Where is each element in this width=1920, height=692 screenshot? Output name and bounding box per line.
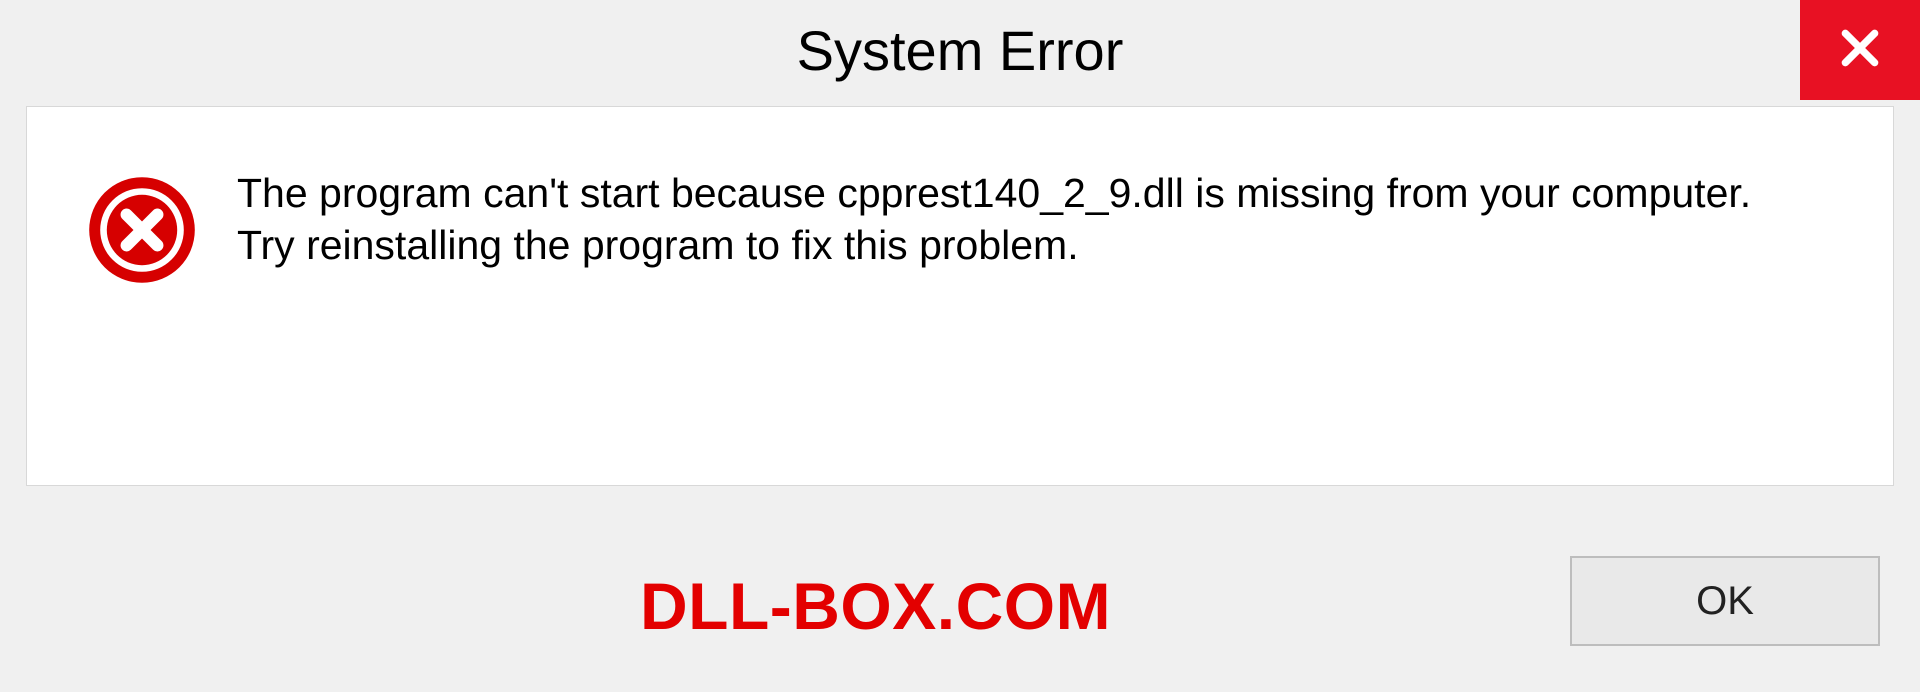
error-circle-x-icon	[87, 175, 197, 285]
titlebar: System Error	[0, 0, 1920, 100]
watermark-text: DLL-BOX.COM	[640, 568, 1111, 644]
close-button[interactable]	[1800, 0, 1920, 100]
ok-button[interactable]: OK	[1570, 556, 1880, 646]
error-message: The program can't start because cpprest1…	[237, 167, 1777, 272]
close-icon	[1838, 26, 1882, 75]
dialog-body: The program can't start because cpprest1…	[26, 106, 1894, 486]
dialog-footer: DLL-BOX.COM OK	[0, 502, 1920, 692]
dialog-title: System Error	[797, 18, 1124, 83]
